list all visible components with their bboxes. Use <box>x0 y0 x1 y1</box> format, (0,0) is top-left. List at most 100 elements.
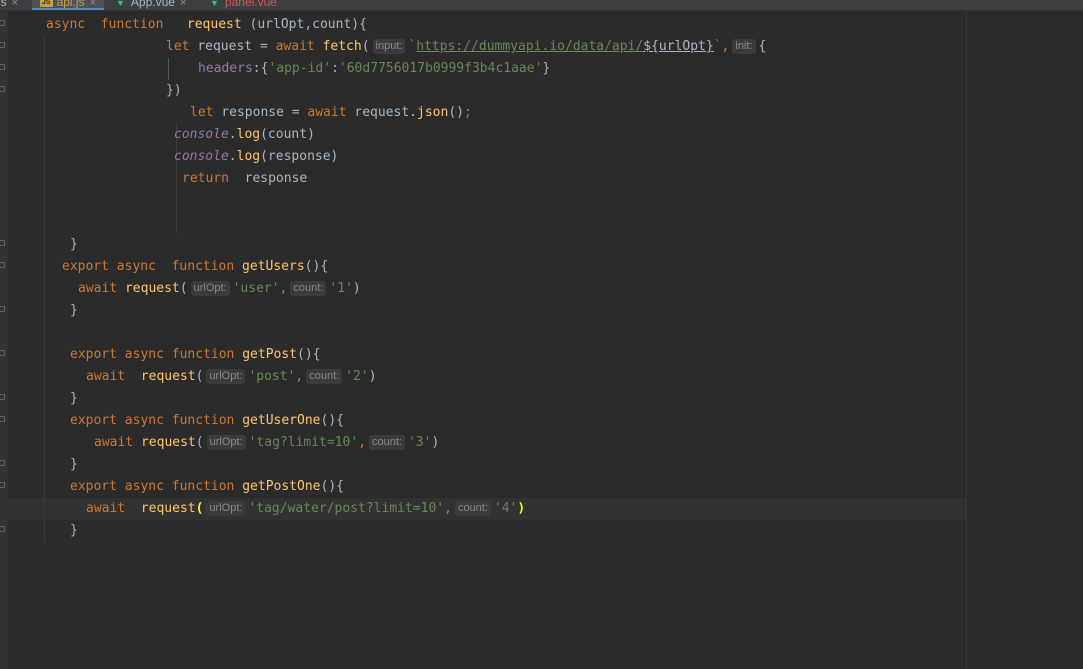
keyword: await <box>94 435 134 450</box>
code-text: (){ <box>320 479 344 494</box>
code-text: (){ <box>297 347 321 362</box>
js-file-icon: JS <box>40 0 53 8</box>
string-literal: '2' <box>345 369 369 384</box>
function-name: log <box>236 127 261 142</box>
code-text: { <box>758 39 767 54</box>
string-literal: '3' <box>407 435 432 450</box>
fold-icon[interactable] <box>0 306 5 312</box>
keyword: export <box>70 347 117 362</box>
code-text: ( <box>361 39 370 54</box>
code-text: = <box>259 39 268 54</box>
code-line: console.log(count) <box>174 124 315 146</box>
code-line: await request(urlOpt:'tag/water/post?lim… <box>86 498 525 520</box>
parameter-hint: count: <box>290 281 327 296</box>
code-line: await request(urlOpt:'tag?limit=10', coun… <box>94 432 439 454</box>
fold-icon[interactable] <box>0 526 5 532</box>
code-text: } <box>70 457 78 472</box>
keyword: await <box>275 39 315 54</box>
function-name: request <box>140 435 196 450</box>
parameter-hint: urlOpt: <box>206 435 246 450</box>
keyword: await <box>86 501 126 516</box>
matched-paren: ) <box>517 501 526 516</box>
tab-previous-js[interactable]: js × <box>0 0 18 10</box>
string-literal: 'app-id' <box>268 61 332 76</box>
fold-icon[interactable] <box>0 86 5 92</box>
parameter-hint: count: <box>369 435 405 450</box>
string-literal: 'tag/water/post?limit=10' <box>248 501 445 516</box>
string-literal: '4' <box>493 501 518 516</box>
fold-icon[interactable] <box>0 350 5 356</box>
code-line: export async function getPostOne(){ <box>70 476 344 498</box>
code-text: , <box>358 435 367 450</box>
fold-icon[interactable] <box>0 482 5 488</box>
code-text: ) <box>431 435 440 450</box>
code-text: } <box>70 391 78 406</box>
tab-api-js[interactable]: JS api.js × <box>32 0 105 10</box>
fold-icon[interactable] <box>0 20 5 26</box>
function-name: getUserOne <box>242 413 321 428</box>
url-link[interactable]: https://dummyapi.io/data/api/ <box>416 39 643 54</box>
code-line: async function request (urlOpt,count){ <box>46 14 367 36</box>
code-text: , <box>295 369 304 384</box>
keyword: export <box>70 413 117 428</box>
function-name: request <box>186 17 242 32</box>
keyword: function <box>171 259 235 274</box>
code-text: , <box>721 39 730 54</box>
string-literal: ` <box>713 39 722 54</box>
fold-icon[interactable] <box>0 262 5 268</box>
function-name: getPost <box>242 347 298 362</box>
close-icon[interactable]: × <box>90 0 96 9</box>
string-literal: 'user' <box>232 281 280 296</box>
editor-gutter <box>0 11 8 669</box>
matched-paren: ( <box>195 501 204 516</box>
code-text: } <box>70 237 78 252</box>
code-text: : <box>331 61 339 76</box>
fold-icon[interactable] <box>0 64 5 70</box>
editor-tab-bar: js × JSapi.js × ▼ App.vue × ▼ panel.vue <box>0 0 1083 11</box>
keyword: async <box>46 17 86 32</box>
code-text: ; <box>463 105 472 120</box>
code-text: , <box>279 281 288 296</box>
code-text: () <box>448 105 464 120</box>
string-literal: 'tag?limit=10' <box>248 435 359 450</box>
code-line: console.log(response) <box>174 146 338 168</box>
parameter-hint: urlOpt: <box>206 369 246 384</box>
close-icon[interactable]: × <box>180 0 186 9</box>
code-line: } <box>70 234 78 256</box>
code-text: ) <box>368 369 377 384</box>
parameter-hint: init: <box>732 39 756 54</box>
fold-icon[interactable] <box>0 460 5 466</box>
keyword: export <box>62 259 109 274</box>
indent-guide <box>168 58 169 80</box>
code-line: export async function getPost(){ <box>70 344 321 366</box>
keyword: function <box>171 347 235 362</box>
property-name: headers <box>198 61 253 76</box>
keyword: async <box>124 413 164 428</box>
fold-icon[interactable] <box>0 416 5 422</box>
code-line: let response = await request.json(); <box>190 102 472 124</box>
code-text: (urlOpt,count){ <box>249 17 367 32</box>
close-icon[interactable]: × <box>12 0 18 9</box>
code-text: request <box>197 39 253 54</box>
tab-label: js <box>0 0 7 9</box>
code-text: response <box>244 171 308 186</box>
indent-guide <box>44 36 45 542</box>
code-line: } <box>70 388 78 410</box>
keyword: async <box>116 259 156 274</box>
fold-icon[interactable] <box>0 42 5 48</box>
code-text: ( <box>179 281 188 296</box>
code-text: } <box>70 303 78 318</box>
keyword: async <box>124 479 164 494</box>
code-text: (){ <box>304 259 329 274</box>
keyword: await <box>86 369 126 384</box>
fold-icon[interactable] <box>0 394 5 400</box>
code-text: , <box>444 501 452 516</box>
tab-panel-vue[interactable]: ▼ panel.vue <box>210 0 277 10</box>
function-name: getPostOne <box>242 479 321 494</box>
fold-icon[interactable] <box>0 240 5 246</box>
tab-app-vue[interactable]: ▼ App.vue × <box>116 0 186 10</box>
vue-file-icon: ▼ <box>116 0 125 8</box>
code-text: . <box>228 127 237 142</box>
tab-label: panel.vue <box>224 0 277 9</box>
vue-file-icon: ▼ <box>210 0 219 8</box>
